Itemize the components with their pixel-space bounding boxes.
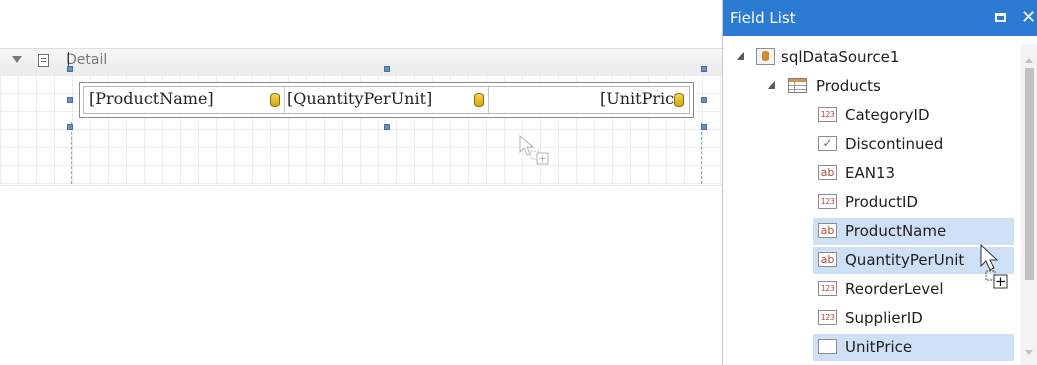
tree-node-datasource[interactable]: sqlDataSource1	[723, 44, 1014, 71]
maximize-icon[interactable]	[995, 13, 1006, 22]
datasource-label: sqlDataSource1	[781, 48, 900, 66]
decimal-type-icon	[818, 339, 837, 354]
selection-handle[interactable]	[67, 66, 73, 72]
vertical-scrollbar[interactable]	[1021, 44, 1037, 365]
database-field-icon	[474, 93, 484, 107]
detail-band-header[interactable]: Detail	[0, 48, 722, 76]
field-item[interactable]: 123 ProductID	[723, 189, 1014, 216]
guide-line	[701, 122, 702, 184]
field-label: ProductName	[845, 222, 947, 240]
field-item[interactable]: ab QuantityPerUnit	[723, 247, 1014, 274]
selection-handle[interactable]	[701, 97, 707, 103]
panel-title: Field List	[730, 9, 796, 27]
string-type-icon: ab	[818, 223, 837, 238]
field-label: SupplierID	[845, 309, 923, 327]
number-type-icon: 123	[818, 194, 837, 209]
expand-arrow-icon[interactable]	[768, 81, 775, 89]
field-label: EAN13	[845, 164, 896, 182]
field-item[interactable]: 123 CategoryID	[723, 102, 1014, 129]
cell-unit-price[interactable]: [UnitPric	[600, 87, 680, 114]
band-icon	[38, 54, 49, 67]
field-item[interactable]: UnitPrice	[723, 334, 1014, 361]
field-item[interactable]: 123 SupplierID	[723, 305, 1014, 332]
cell-divider	[284, 87, 285, 114]
close-icon[interactable]: ✕	[1021, 7, 1036, 28]
database-field-icon	[270, 93, 280, 107]
datasource-icon	[756, 48, 775, 65]
cell-quantity-per-unit[interactable]: [QuantityPerUnit]	[287, 87, 462, 114]
selection-handle[interactable]	[701, 124, 707, 130]
number-type-icon: 123	[818, 107, 837, 122]
database-field-icon	[674, 93, 684, 107]
collapse-arrow-icon[interactable]	[12, 56, 22, 63]
tree-node-table[interactable]: Products	[723, 73, 1014, 100]
selection-handle[interactable]	[67, 97, 73, 103]
selection-handle[interactable]	[384, 124, 390, 130]
report-designer-surface[interactable]: Detail [ProductName] [QuantityPerUnit] […	[0, 0, 755, 365]
field-label: ProductID	[845, 193, 918, 211]
number-type-icon: 123	[818, 310, 837, 325]
number-type-icon: 123	[818, 281, 837, 296]
field-item[interactable]: ab EAN13	[723, 160, 1014, 187]
field-label: Discontinued	[845, 135, 944, 153]
field-list-panel[interactable]: Field List ✕ sqlDataSource1 Products 123…	[722, 0, 1037, 365]
cell-product-name[interactable]: [ProductName]	[89, 87, 269, 114]
boolean-type-icon: ✓	[818, 136, 837, 151]
cell-divider	[488, 87, 489, 114]
string-type-icon: ab	[818, 252, 837, 267]
selection-handle[interactable]	[67, 124, 73, 130]
field-item[interactable]: 123 ReorderLevel	[723, 276, 1014, 303]
table-label: Products	[816, 77, 881, 95]
string-type-icon: ab	[818, 165, 837, 180]
field-item[interactable]: ab ProductName	[723, 218, 1014, 245]
scroll-up-arrow-icon[interactable]	[1025, 58, 1033, 63]
field-label: ReorderLevel	[845, 280, 944, 298]
selection-handle[interactable]	[701, 66, 707, 72]
guide-line	[71, 122, 72, 184]
field-list-title-bar[interactable]: Field List ✕	[723, 0, 1037, 36]
selection-handle[interactable]	[384, 66, 390, 72]
field-label: UnitPrice	[845, 338, 913, 356]
drag-copy-cursor-icon	[980, 244, 1008, 289]
table-icon	[788, 78, 807, 93]
table-row-control[interactable]: [ProductName] [QuantityPerUnit] [UnitPri…	[79, 82, 694, 118]
scroll-down-arrow-icon[interactable]	[1025, 350, 1033, 355]
field-item[interactable]: ✓ Discontinued	[723, 131, 1014, 158]
expand-arrow-icon[interactable]	[737, 52, 744, 60]
field-label: CategoryID	[845, 106, 930, 124]
selection-highlight	[813, 334, 1014, 361]
drag-copy-cursor-icon	[519, 135, 549, 165]
field-label: QuantityPerUnit	[845, 251, 965, 269]
scroll-thumb[interactable]	[1025, 68, 1034, 280]
